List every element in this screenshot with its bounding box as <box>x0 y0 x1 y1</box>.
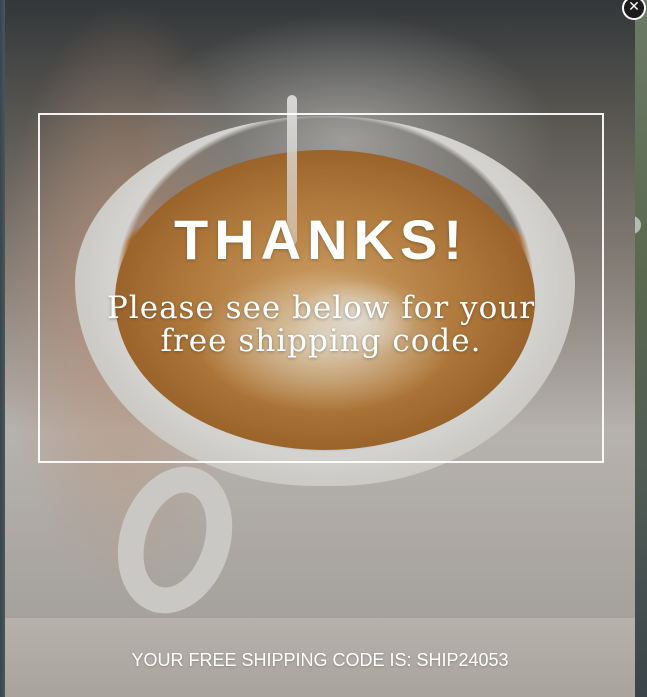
popup-headline: THANKS! <box>174 208 468 271</box>
shipping-code-text: YOUR FREE SHIPPING CODE IS: SHIP24053 <box>131 650 509 670</box>
message-frame <box>38 113 604 463</box>
page: THANKS! Please see below for your free s… <box>0 0 647 697</box>
thank-you-popup: THANKS! Please see below for your free s… <box>5 0 635 697</box>
popup-message-line-1: Please see below for your <box>106 290 536 326</box>
popup-message-line-2: free shipping code. <box>160 323 482 359</box>
background-page-edge <box>633 0 647 697</box>
popup-message: Please see below for your free shipping … <box>38 292 604 358</box>
close-icon: ✕ <box>628 0 640 15</box>
